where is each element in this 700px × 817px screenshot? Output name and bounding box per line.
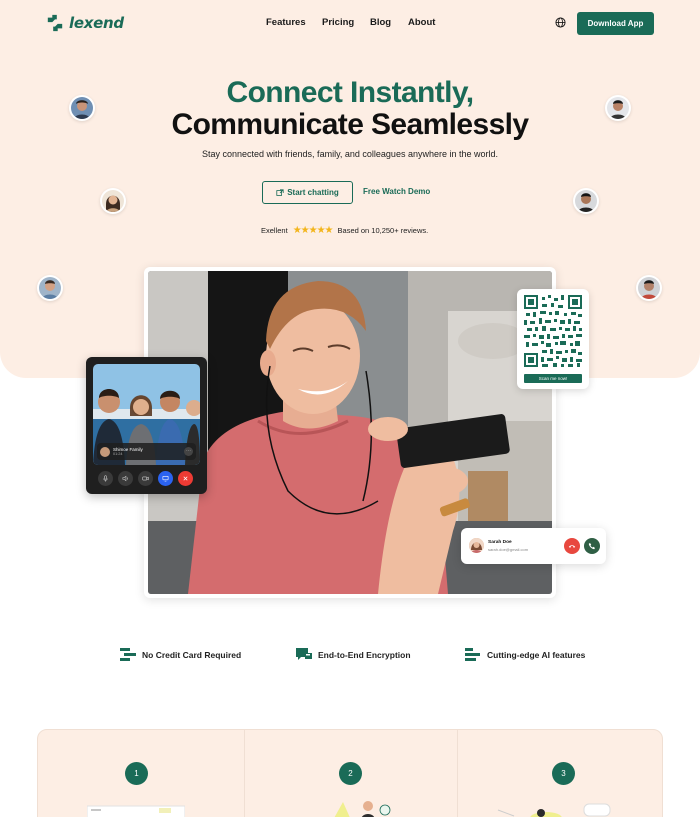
steps-section: 1 2 3 — [37, 729, 663, 817]
rating-text: Based on 10,250+ reviews. — [337, 226, 429, 235]
globe-icon[interactable] — [555, 17, 566, 28]
avatar — [100, 188, 126, 214]
caller-name: Sarah Doe — [488, 540, 512, 545]
download-app-button[interactable]: Download App — [577, 12, 654, 35]
step-number: 3 — [552, 762, 575, 785]
mic-button[interactable] — [98, 471, 113, 486]
divider — [244, 730, 245, 817]
hero-subtitle: Stay connected with friends, family, and… — [202, 149, 498, 159]
avatar — [37, 275, 63, 301]
feature-ai: Cutting-edge AI features — [465, 648, 585, 662]
mic-icon — [103, 475, 108, 482]
avatar — [636, 275, 662, 301]
caller-avatar — [100, 446, 110, 457]
star-rating-icon: ★★★★★ — [292, 225, 334, 236]
feature-no-credit-card: No Credit Card Required — [120, 648, 241, 662]
logo-icon — [47, 14, 63, 32]
hero-title-line1: Connect Instantly, — [226, 76, 475, 109]
step-number: 2 — [339, 762, 362, 785]
caller-time: 01:24 — [113, 452, 123, 457]
step-illustration — [334, 801, 391, 817]
caller-avatar — [469, 538, 484, 553]
video-call-card[interactable]: Shimoe Family 01:24 ⋯ — [86, 357, 207, 494]
accept-call-button[interactable] — [584, 538, 600, 554]
camera-icon — [142, 476, 149, 481]
rating-label: Exellent — [261, 226, 288, 235]
step-illustration — [497, 803, 611, 817]
external-chat-icon — [276, 188, 284, 196]
card-icon — [120, 648, 136, 661]
phone-icon — [588, 543, 595, 550]
watch-demo-link[interactable]: Free Watch Demo — [363, 187, 430, 196]
step-number: 1 — [125, 762, 148, 785]
decline-call-button[interactable] — [564, 538, 580, 554]
nav-blog[interactable]: Blog — [370, 17, 391, 28]
caller-info: Shimoe Family 01:24 ⋯ — [97, 443, 196, 460]
hero-title-line2: Communicate Seamlessly — [171, 108, 530, 141]
speaker-icon — [122, 475, 128, 482]
logo[interactable]: lexend — [46, 14, 124, 32]
caller-email: sarah.doe@gmail.com — [488, 547, 529, 552]
nav-features[interactable]: Features — [266, 17, 306, 28]
start-chatting-button[interactable]: Start chatting — [262, 181, 353, 204]
feature-label: Cutting-edge AI features — [487, 650, 586, 660]
qr-code-icon[interactable] — [524, 295, 582, 367]
feature-encryption: End-to-End Encryption — [296, 648, 411, 662]
feature-label: End-to-End Encryption — [318, 650, 411, 660]
feature-label: No Credit Card Required — [142, 650, 242, 660]
incoming-call-card: Sarah Doe sarah.doe@gmail.com — [461, 528, 606, 564]
screen-share-icon — [162, 476, 169, 482]
avatar — [605, 95, 631, 121]
screen-share-button[interactable] — [158, 471, 173, 486]
step-illustration — [87, 805, 185, 817]
avatar — [573, 188, 599, 214]
camera-button[interactable] — [138, 471, 153, 486]
start-chatting-label: Start chatting — [287, 188, 339, 197]
phone-hangup-icon — [568, 545, 576, 548]
close-icon — [183, 476, 188, 481]
nav-about[interactable]: About — [408, 17, 435, 28]
brand-name: lexend — [69, 14, 124, 32]
more-icon[interactable]: ⋯ — [184, 447, 193, 456]
call-controls — [98, 471, 193, 486]
rating-row: Exellent ★★★★★ Based on 10,250+ reviews. — [261, 225, 428, 236]
nav-pricing[interactable]: Pricing — [322, 17, 354, 28]
divider — [457, 730, 458, 817]
bars-icon — [465, 648, 480, 661]
end-call-button[interactable] — [178, 471, 193, 486]
qr-code-card: Scan me now! — [517, 289, 589, 389]
speaker-button[interactable] — [118, 471, 133, 486]
avatar — [69, 95, 95, 121]
chat-icon — [296, 648, 312, 660]
scan-me-button[interactable]: Scan me now! — [524, 374, 582, 383]
